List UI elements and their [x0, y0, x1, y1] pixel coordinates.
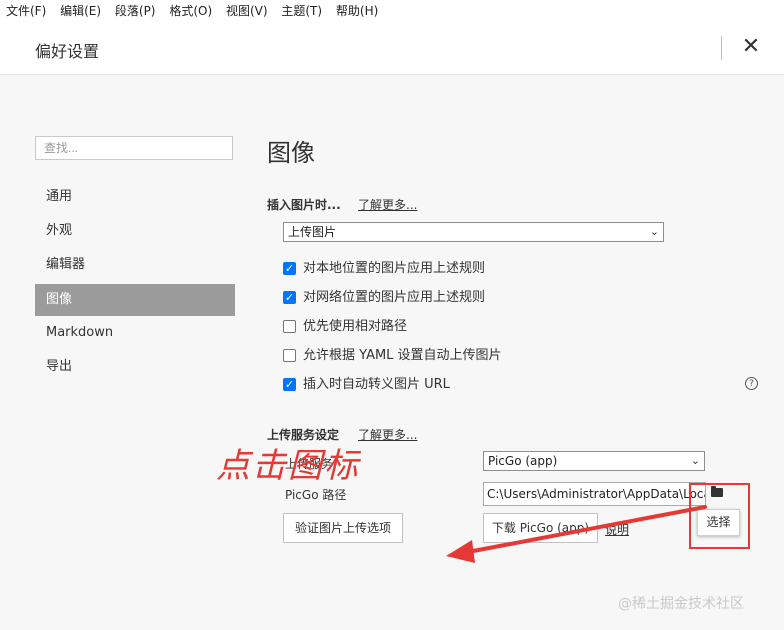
arrow-head: [446, 540, 475, 563]
watermark: @稀土掘金技术社区: [618, 596, 744, 612]
annotation-arrow: [446, 505, 707, 563]
arrow-shaft: [466, 505, 707, 554]
